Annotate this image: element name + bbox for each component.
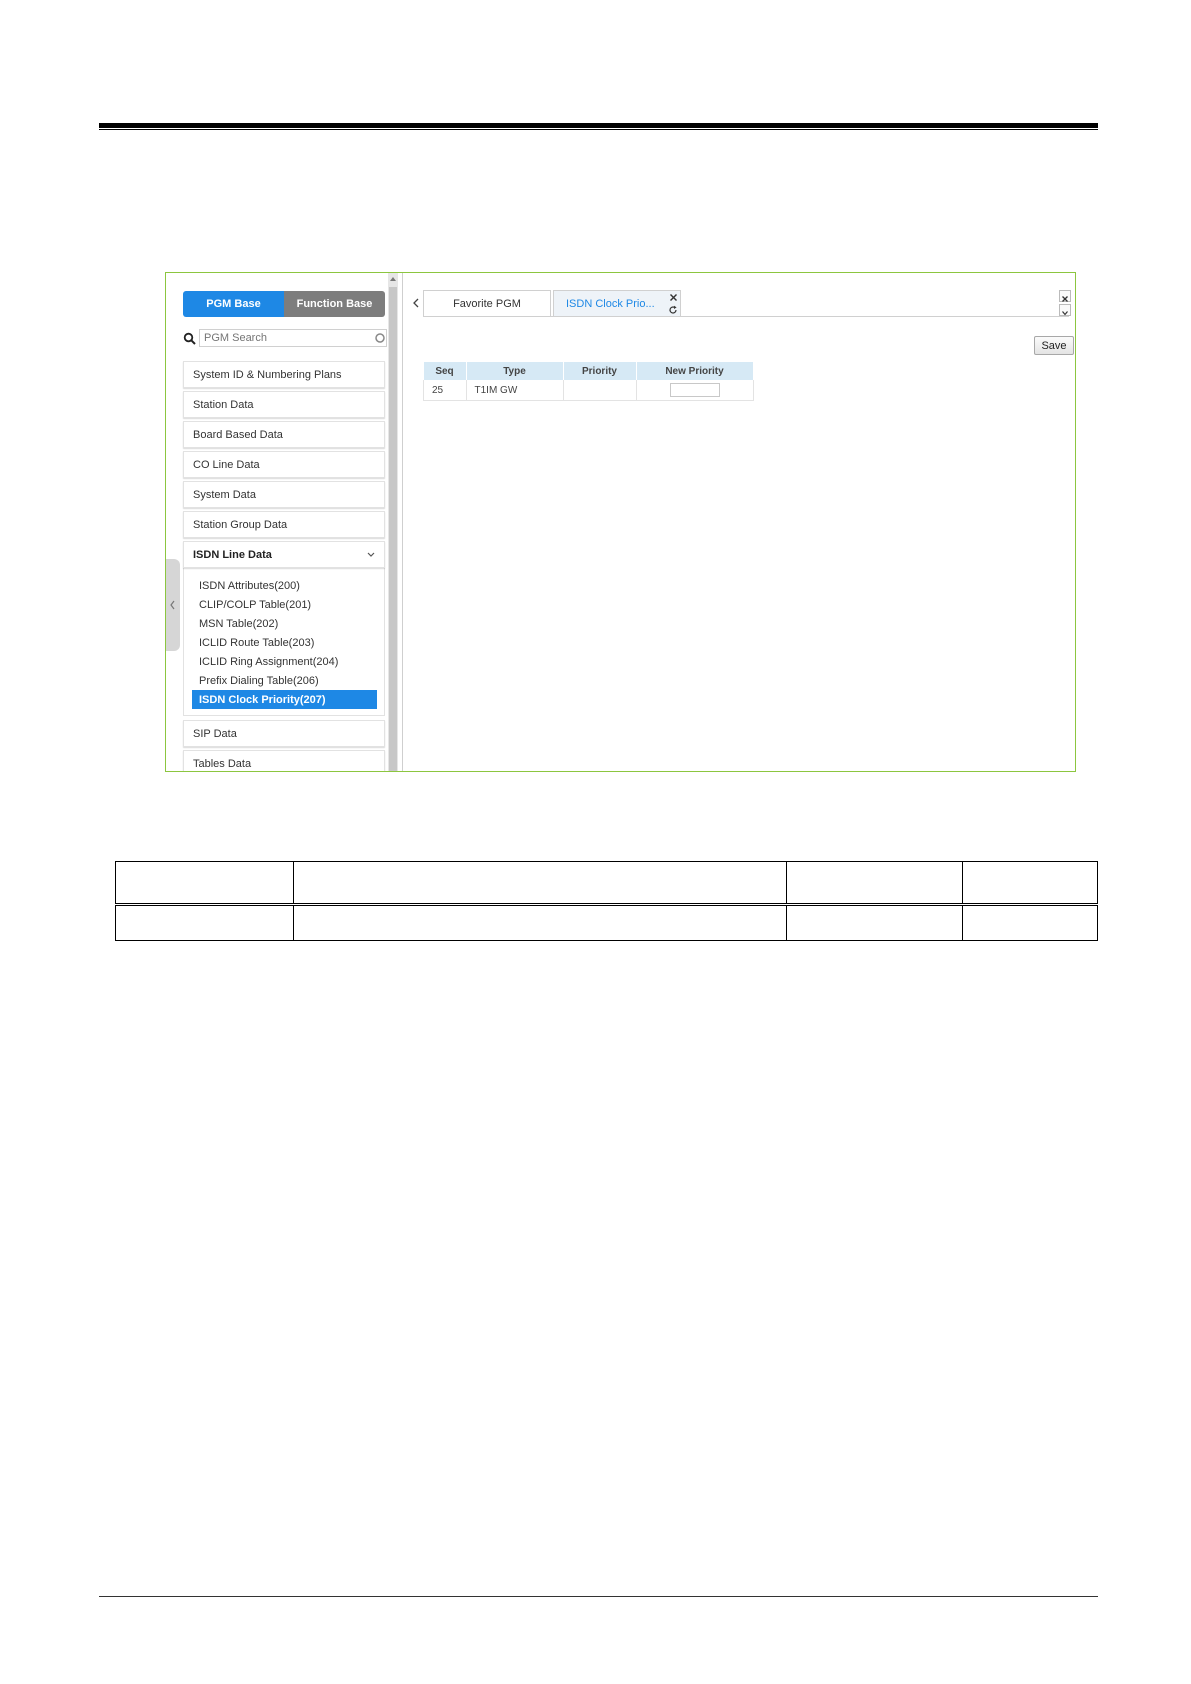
isdn-submenu: ISDN Attributes(200) CLIP/COLP Table(201… bbox=[183, 568, 385, 716]
scroll-up-icon[interactable] bbox=[389, 275, 397, 283]
tab-label: ISDN Clock Prio... bbox=[566, 297, 655, 310]
pgm-search-input[interactable] bbox=[199, 329, 387, 347]
document-table-cell bbox=[115, 861, 294, 906]
pgm-menu: System ID & Numbering Plans Station Data… bbox=[183, 361, 385, 771]
document-table-row bbox=[115, 904, 1098, 941]
main-panel: Favorite PGM ISDN Clock Prio... Save Seq… bbox=[403, 273, 1075, 771]
menu-item-system-data[interactable]: System Data bbox=[183, 481, 385, 508]
column-header-priority[interactable]: Priority bbox=[563, 362, 637, 380]
sidebar-scrollbar[interactable] bbox=[388, 273, 398, 771]
cell-new-priority bbox=[636, 380, 754, 401]
grid-header-row: Seq Type Priority New Priority bbox=[423, 362, 754, 380]
submenu-item[interactable]: MSN Table(202) bbox=[192, 614, 377, 633]
submenu-item[interactable]: Prefix Dialing Table(206) bbox=[192, 671, 377, 690]
clear-circle-icon[interactable] bbox=[375, 333, 385, 343]
menu-item-station-group-data[interactable]: Station Group Data bbox=[183, 511, 385, 538]
top-rule-thin bbox=[99, 129, 1098, 130]
cell-seq: 25 bbox=[423, 380, 467, 401]
document-table-cell bbox=[786, 861, 963, 906]
save-button[interactable]: Save bbox=[1034, 336, 1074, 355]
menu-item-co-line-data[interactable]: CO Line Data bbox=[183, 451, 385, 478]
menu-item-sip-data[interactable]: SIP Data bbox=[183, 720, 385, 747]
menu-item-system-id[interactable]: System ID & Numbering Plans bbox=[183, 361, 385, 388]
close-all-tabs-button[interactable] bbox=[1059, 290, 1071, 302]
document-table-header-row bbox=[115, 861, 1098, 906]
scroll-thumb[interactable] bbox=[389, 287, 397, 771]
close-icon bbox=[1062, 296, 1068, 302]
submenu-item-selected[interactable]: ISDN Clock Priority(207) bbox=[192, 690, 377, 709]
refresh-icon[interactable] bbox=[668, 305, 678, 315]
menu-item-label: Board Based Data bbox=[193, 428, 283, 441]
function-base-button[interactable]: Function Base bbox=[284, 291, 385, 317]
menu-item-label: Station Data bbox=[193, 398, 254, 411]
menu-item-board-based-data[interactable]: Board Based Data bbox=[183, 421, 385, 448]
document-table-cell bbox=[293, 861, 787, 906]
screenshot-frame: PGM Base Function Base System ID & Numbe… bbox=[165, 272, 1076, 772]
submenu-item[interactable]: ISDN Attributes(200) bbox=[192, 576, 377, 595]
menu-item-label: System ID & Numbering Plans bbox=[193, 368, 342, 381]
column-header-new-priority[interactable]: New Priority bbox=[636, 362, 754, 380]
chevron-down-icon bbox=[367, 552, 375, 557]
sidebar-collapse-handle[interactable] bbox=[166, 559, 180, 651]
menu-item-label: CO Line Data bbox=[193, 458, 260, 471]
search-icon[interactable] bbox=[183, 332, 197, 346]
cell-priority bbox=[563, 380, 637, 401]
submenu-item[interactable]: ICLID Route Table(203) bbox=[192, 633, 377, 652]
tab-bar: Favorite PGM ISDN Clock Prio... bbox=[423, 290, 681, 316]
sidebar: PGM Base Function Base System ID & Numbe… bbox=[166, 273, 402, 771]
tab-list-button[interactable] bbox=[1059, 304, 1071, 316]
document-table-cell bbox=[293, 904, 787, 941]
document-table-cell bbox=[962, 861, 1098, 906]
chevron-left-icon bbox=[170, 600, 175, 610]
chevron-left-icon[interactable] bbox=[411, 297, 421, 309]
cell-type: T1IM GW bbox=[466, 380, 564, 401]
menu-item-label: SIP Data bbox=[193, 727, 237, 740]
search-row bbox=[183, 329, 391, 349]
close-icon[interactable] bbox=[669, 293, 678, 302]
menu-item-label: Station Group Data bbox=[193, 518, 288, 531]
menu-item-label: System Data bbox=[193, 488, 256, 501]
submenu-item[interactable]: ICLID Ring Assignment(204) bbox=[192, 652, 377, 671]
document-table bbox=[115, 861, 1098, 941]
base-toggle: PGM Base Function Base bbox=[183, 291, 385, 317]
tab-underline bbox=[423, 316, 1069, 317]
tab-favorite-pgm[interactable]: Favorite PGM bbox=[423, 290, 551, 316]
pgm-base-button[interactable]: PGM Base bbox=[183, 291, 284, 317]
chevron-down-icon bbox=[1062, 311, 1068, 316]
clock-priority-grid: Seq Type Priority New Priority 25 T1IM G… bbox=[423, 362, 754, 401]
document-table-cell bbox=[115, 904, 294, 941]
column-header-seq[interactable]: Seq bbox=[423, 362, 467, 380]
menu-item-isdn-line-data[interactable]: ISDN Line Data bbox=[183, 541, 385, 568]
column-header-type[interactable]: Type bbox=[466, 362, 564, 380]
menu-item-tables-data[interactable]: Tables Data bbox=[183, 750, 385, 771]
new-priority-input[interactable] bbox=[669, 383, 720, 397]
menu-item-label: Tables Data bbox=[193, 757, 252, 770]
table-row: 25 T1IM GW bbox=[423, 380, 754, 401]
menu-item-station-data[interactable]: Station Data bbox=[183, 391, 385, 418]
tab-isdn-clock-priority[interactable]: ISDN Clock Prio... bbox=[553, 290, 681, 316]
bottom-rule bbox=[99, 1596, 1098, 1597]
document-table-cell bbox=[786, 904, 963, 941]
menu-item-label: ISDN Line Data bbox=[193, 548, 272, 561]
top-rule bbox=[99, 123, 1098, 128]
submenu-item[interactable]: CLIP/COLP Table(201) bbox=[192, 595, 377, 614]
document-table-cell bbox=[962, 904, 1098, 941]
